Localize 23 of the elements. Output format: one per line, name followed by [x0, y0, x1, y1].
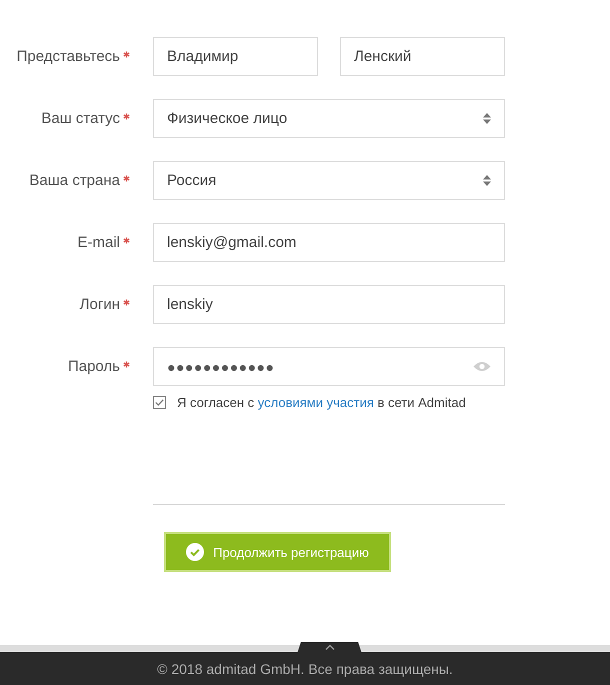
eye-icon: [473, 361, 491, 372]
terms-link[interactable]: условиями участия: [258, 395, 374, 410]
input-field[interactable]: Ленский: [340, 37, 505, 76]
caret-up-icon: [324, 644, 334, 650]
check-circle-icon: [186, 543, 204, 561]
agreement-text: Я согласен с условиями участия в сети Admitad: [177, 395, 466, 410]
field-label: Пароль: [68, 358, 120, 375]
select-field[interactable]: Физическое лицо: [153, 99, 505, 138]
field-label: Ваша страна: [29, 172, 120, 189]
field-label: Представьтесь: [16, 48, 120, 65]
field-label: Логин: [80, 296, 120, 313]
sort-arrows-icon: [483, 113, 491, 124]
sort-arrows-icon: [483, 175, 491, 186]
field-label: E-mail: [77, 234, 120, 251]
input-field[interactable]: lenskiy@gmail.com: [153, 223, 505, 262]
input-field[interactable]: lenskiy: [153, 285, 505, 324]
checkbox[interactable]: [153, 396, 166, 409]
field-label: Ваш статус: [41, 110, 120, 127]
check-icon: [155, 399, 164, 406]
password-field[interactable]: ●●●●●●●●●●●●: [153, 347, 505, 386]
select-field[interactable]: Россия: [153, 161, 505, 200]
input-field[interactable]: Владимир: [153, 37, 318, 76]
copyright-text: © 2018 admitad GmbH. Все права защищены.: [157, 660, 453, 676]
